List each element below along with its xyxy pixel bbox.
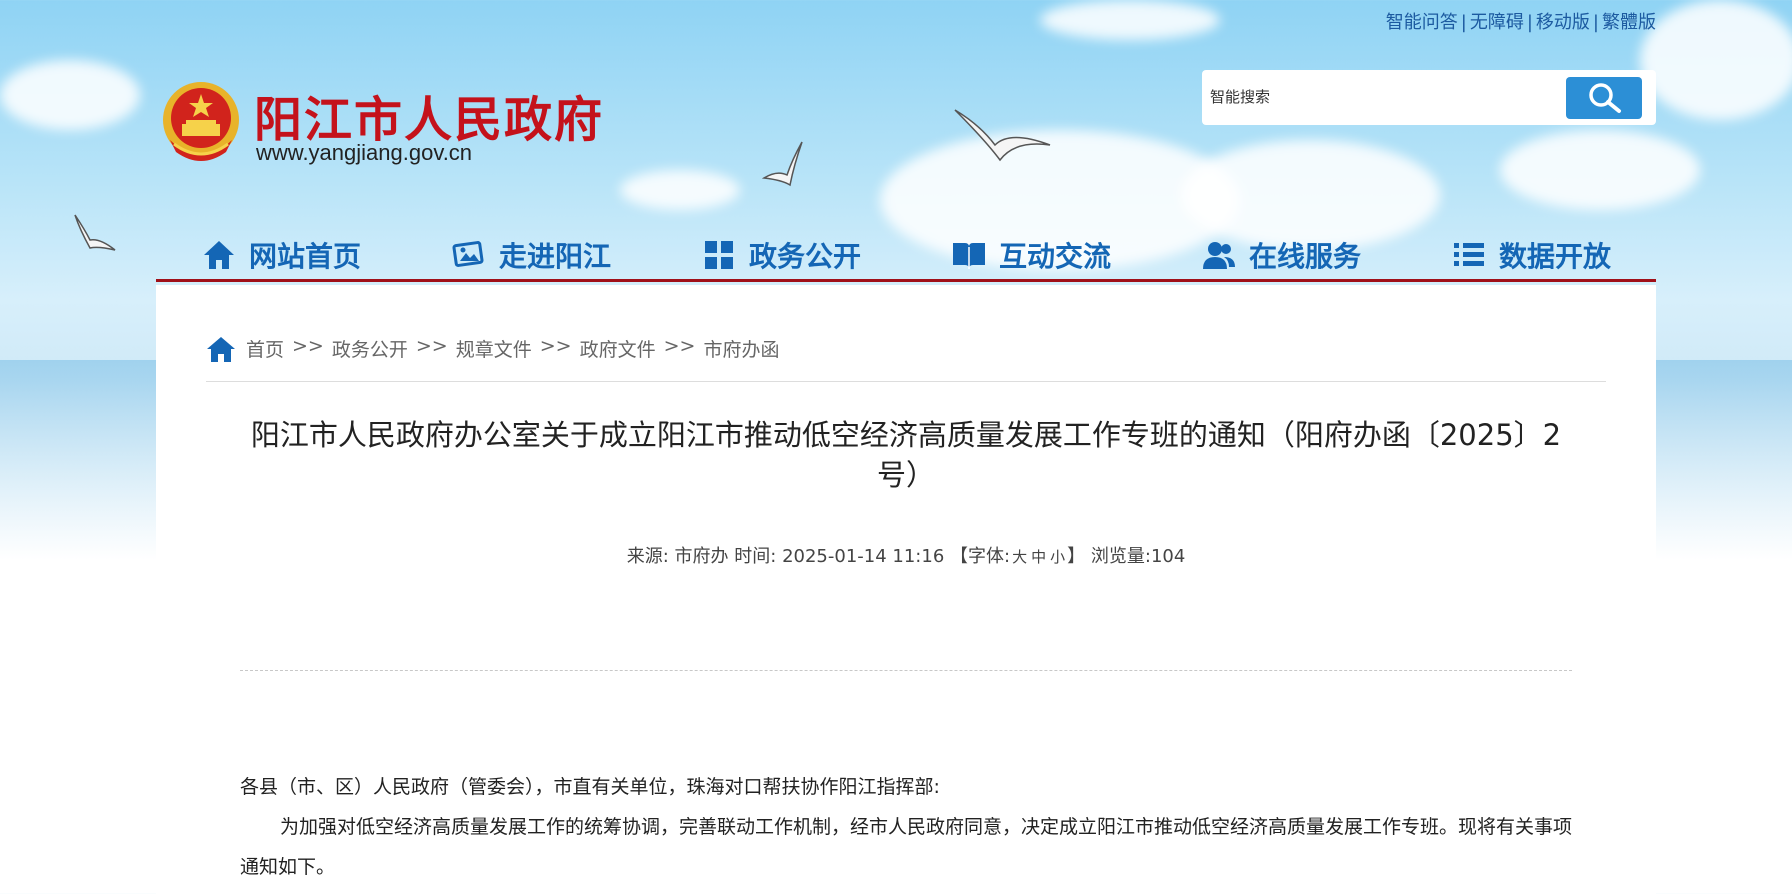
top-link-accessibility[interactable]: 无障碍 bbox=[1470, 12, 1524, 33]
top-links: 智能问答 | 无障碍 | 移动版 | 繁體版 bbox=[1385, 12, 1656, 33]
article-body: 各县（市、区）人民政府（管委会），市直有关单位，珠海对口帮扶协作阳江指挥部: 为… bbox=[240, 767, 1572, 887]
meta-time-label: 时间: bbox=[734, 546, 777, 567]
nav-label: 网站首页 bbox=[248, 239, 361, 273]
font-size-medium-button[interactable]: 中 bbox=[1031, 548, 1046, 566]
nav-label: 走进阳江 bbox=[498, 239, 611, 273]
home-icon bbox=[201, 237, 237, 273]
breadcrumb-city-letters[interactable]: 市府办函 bbox=[703, 335, 779, 362]
nav-label: 数据开放 bbox=[1498, 239, 1611, 273]
nav-item-online-service[interactable]: 在线服务 bbox=[1156, 230, 1406, 279]
breadcrumb: 首页 >> 政务公开 >> 规章文件 >> 政府文件 >> 市府办函 bbox=[206, 335, 1606, 382]
nav-item-open-data[interactable]: 数据开放 bbox=[1406, 230, 1656, 279]
search-button[interactable] bbox=[1566, 77, 1642, 119]
meta-font-label: 【字体: bbox=[950, 546, 1011, 567]
breadcrumb-home[interactable]: 首页 bbox=[246, 335, 284, 362]
meta-views: 104 bbox=[1150, 546, 1186, 567]
nav-label: 互动交流 bbox=[998, 239, 1111, 273]
meta-time: 2025-01-14 11:16 bbox=[782, 546, 945, 567]
top-link-mobile[interactable]: 移动版 bbox=[1536, 12, 1590, 33]
grid-icon bbox=[701, 237, 737, 273]
seagull-icon bbox=[762, 141, 803, 187]
article-title: 阳江市人民政府办公室关于成立阳江市推动低空经济高质量发展工作专班的通知（阳府办函… bbox=[250, 418, 1562, 492]
book-icon bbox=[951, 237, 987, 273]
breadcrumb-gov-affairs[interactable]: 政务公开 bbox=[332, 335, 408, 362]
nav-item-home[interactable]: 网站首页 bbox=[156, 230, 406, 279]
home-icon bbox=[206, 335, 236, 368]
content-panel: 首页 >> 政务公开 >> 规章文件 >> 政府文件 >> 市府办函 阳江市人民… bbox=[156, 285, 1656, 894]
meta-source: 市府办 bbox=[674, 546, 729, 567]
breadcrumb-separator: >> bbox=[292, 335, 324, 357]
font-size-small-button[interactable]: 小 bbox=[1050, 548, 1065, 566]
users-icon bbox=[1201, 237, 1237, 273]
picture-icon bbox=[451, 237, 487, 273]
breadcrumb-gov-documents[interactable]: 政府文件 bbox=[580, 335, 656, 362]
font-size-large-button[interactable]: 大 bbox=[1012, 548, 1027, 566]
breadcrumb-separator: >> bbox=[415, 335, 448, 357]
meta-views-label: 浏览量: bbox=[1090, 546, 1151, 567]
meta-font-close: 】 bbox=[1067, 546, 1086, 567]
top-link-smart-qa[interactable]: 智能问答 bbox=[1386, 12, 1458, 33]
search-input[interactable] bbox=[1210, 82, 1550, 112]
breadcrumb-regulations[interactable]: 规章文件 bbox=[456, 335, 532, 362]
breadcrumb-separator: >> bbox=[663, 335, 696, 357]
nav-item-about[interactable]: 走进阳江 bbox=[406, 230, 656, 279]
nav-item-gov-affairs[interactable]: 政务公开 bbox=[656, 230, 906, 279]
seagull-icon bbox=[954, 109, 1051, 162]
article-paragraph: 为加强对低空经济高质量发展工作的统筹协调，完善联动工作机制，经市人民政府同意，决… bbox=[240, 816, 1573, 878]
article-meta: 来源: 市府办 时间: 2025-01-14 11:16 【字体: 大中小】 浏览… bbox=[236, 542, 1576, 568]
list-icon bbox=[1451, 237, 1487, 273]
nav-item-interaction[interactable]: 互动交流 bbox=[906, 230, 1156, 279]
divider bbox=[240, 670, 1572, 671]
national-emblem-logo[interactable] bbox=[160, 80, 242, 164]
nav-label: 政务公开 bbox=[748, 239, 861, 273]
seagull-icon bbox=[74, 214, 116, 251]
search-box bbox=[1202, 70, 1656, 125]
breadcrumb-separator: >> bbox=[539, 335, 572, 357]
search-icon bbox=[1589, 83, 1621, 113]
top-link-traditional[interactable]: 繁體版 bbox=[1602, 12, 1656, 33]
meta-source-label: 来源: bbox=[626, 546, 669, 567]
site-url: www.yangjiang.gov.cn bbox=[256, 140, 473, 165]
article-salutation: 各县（市、区）人民政府（管委会），市直有关单位，珠海对口帮扶协作阳江指挥部: bbox=[240, 776, 940, 798]
main-nav: 网站首页 走进阳江 政务公开 互动交流 在线服务 数据开放 bbox=[156, 230, 1656, 282]
nav-label: 在线服务 bbox=[1248, 239, 1361, 273]
